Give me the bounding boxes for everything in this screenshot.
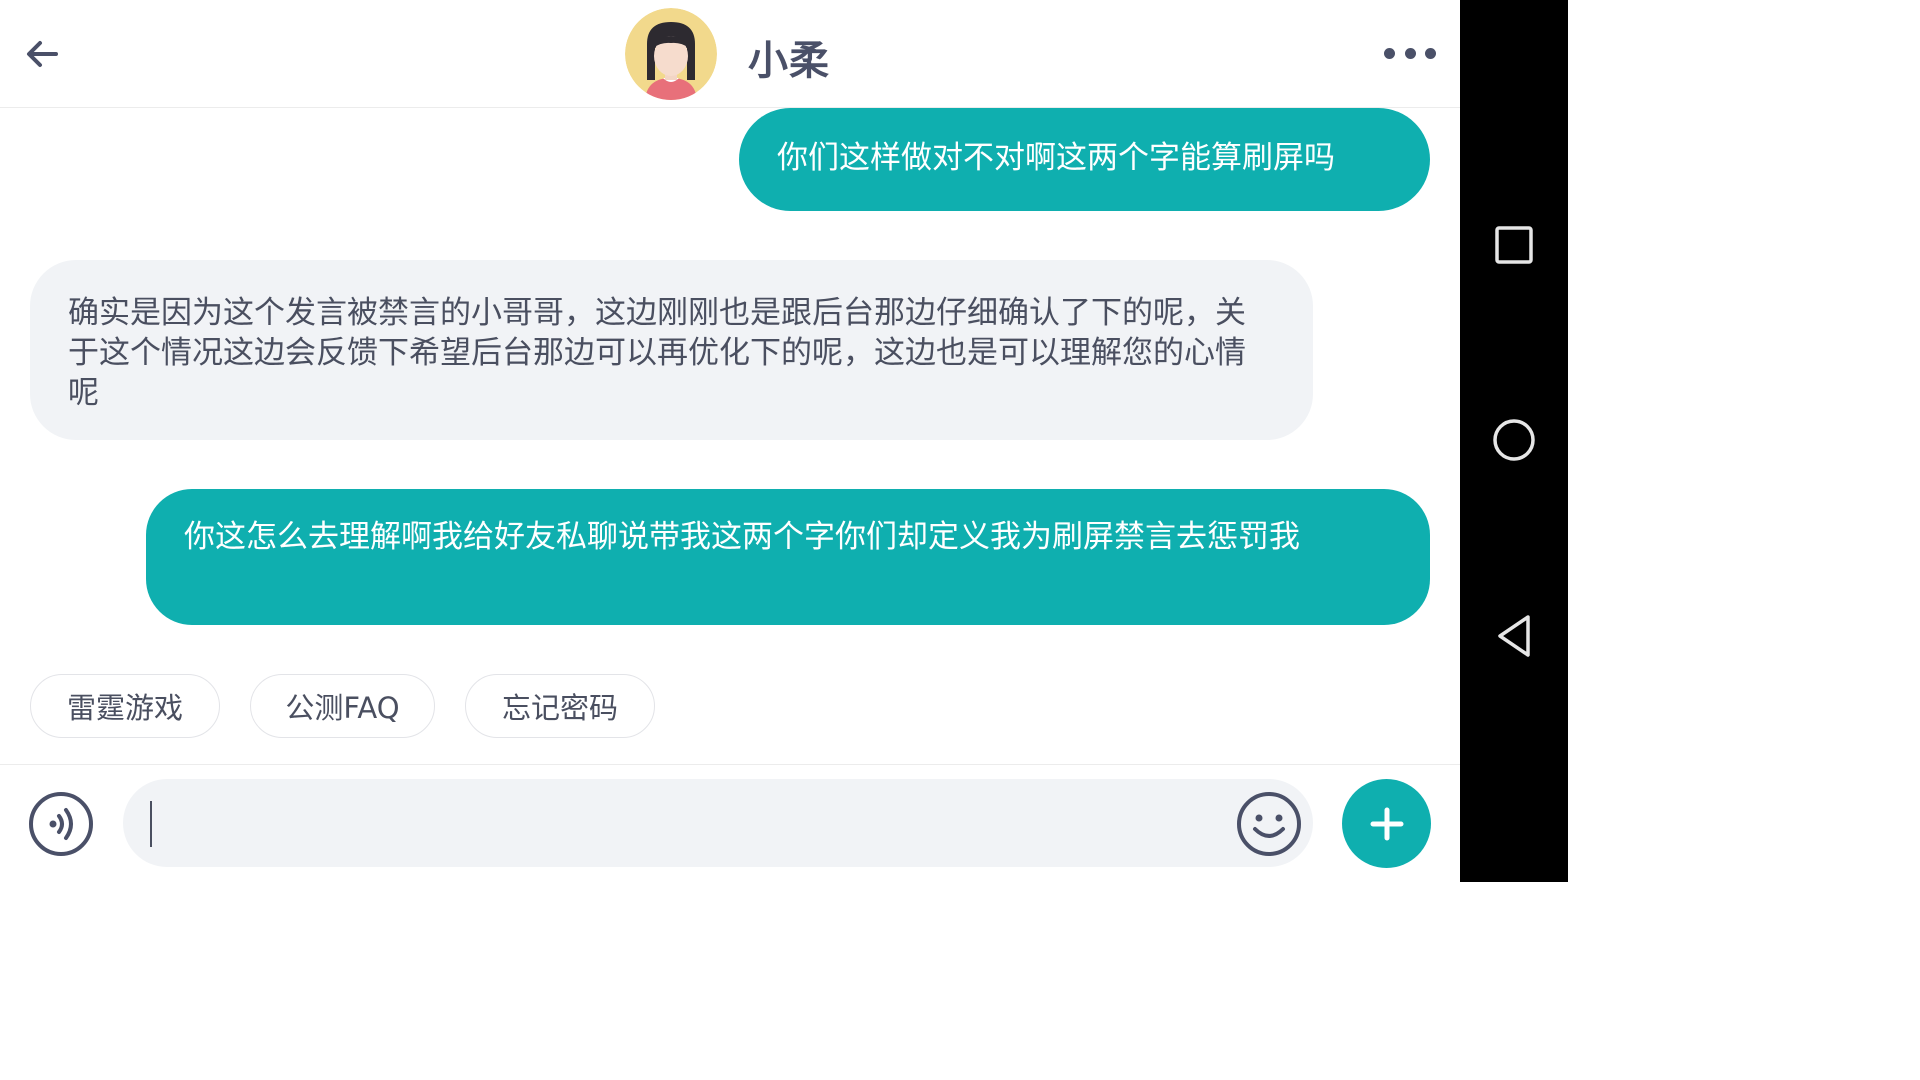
voice-icon [29,792,93,856]
more-dots-icon [1384,47,1395,59]
recents-button[interactable] [1484,215,1544,275]
voice-button[interactable] [28,791,94,857]
quick-reply-beta-faq[interactable]: 公测FAQ [250,674,435,738]
chat-header: 小柔 [0,0,1460,108]
triangle-back-icon [1498,615,1530,657]
more-dots-icon [1425,47,1436,59]
emoji-icon [1237,792,1301,856]
circle-icon [1493,419,1535,461]
add-attachment-button[interactable] [1342,779,1431,868]
square-icon [1495,226,1533,264]
more-options-button[interactable] [1380,38,1440,68]
more-dots-icon [1404,47,1416,59]
outgoing-message: 你这怎么去理解啊我给好友私聊说带我这两个字你们却定义我为刷屏禁言去惩罚我 [146,489,1430,625]
text-caret [150,801,152,847]
quick-reply-forgot-password[interactable]: 忘记密码 [465,674,655,738]
chat-app: 小柔 你们这样做对不对啊这两个字能算刷屏吗 确实是因为这个发言被禁言的小哥哥，这… [0,0,1460,882]
system-nav-bar [1460,0,1568,882]
quick-reply-thunder-games[interactable]: 雷霆游戏 [30,674,220,738]
back-arrow-icon [27,41,58,67]
system-back-button[interactable] [1484,606,1544,666]
avatar[interactable] [625,8,717,100]
outgoing-message: 你们这样做对不对啊这两个字能算刷屏吗 [739,108,1430,211]
contact-name: 小柔 [748,38,830,84]
incoming-message: 确实是因为这个发言被禁言的小哥哥，这边刚刚也是跟后台那边仔细确认了下的呢，关于这… [30,260,1313,440]
back-button[interactable] [18,30,66,78]
input-bar [0,764,1460,882]
emoji-button[interactable] [1236,791,1302,857]
home-button[interactable] [1484,410,1544,470]
message-input[interactable] [123,779,1313,867]
message-list[interactable]: 你们这样做对不对啊这两个字能算刷屏吗 确实是因为这个发言被禁言的小哥哥，这边刚刚… [0,108,1460,764]
plus-icon [1370,807,1403,840]
girl-avatar-icon [625,8,717,100]
